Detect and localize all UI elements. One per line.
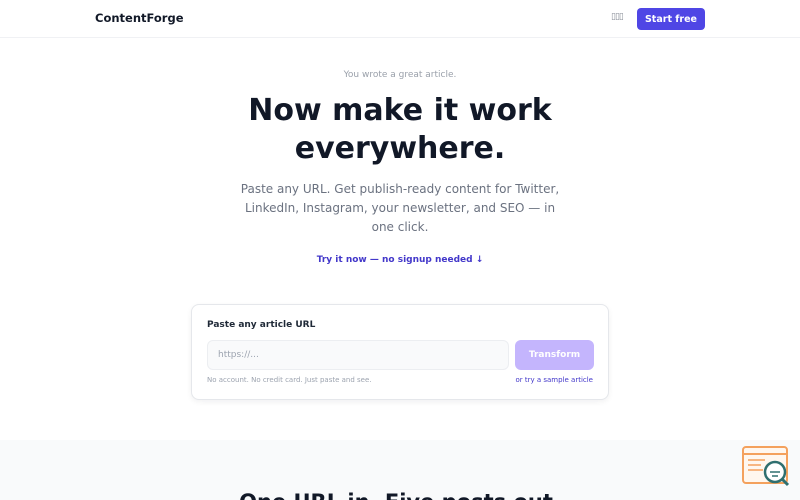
headline-line-1: Now make it work bbox=[248, 93, 552, 128]
top-nav: ContentForge ▯▯▯ Start free bbox=[0, 0, 800, 38]
url-form-card: Paste any article URL Transform No accou… bbox=[191, 304, 609, 400]
hero-headline: Now make it work everywhere. bbox=[0, 92, 800, 168]
transform-button[interactable]: Transform bbox=[515, 340, 594, 370]
language-switcher-icon[interactable]: ▯▯▯ bbox=[611, 12, 624, 22]
features-section: One URL in. Five posts out. bbox=[0, 440, 800, 500]
no-account-note: No account. No credit card. Just paste a… bbox=[207, 376, 372, 384]
try-it-now-link[interactable]: Try it now — no signup needed ↓ bbox=[0, 255, 800, 265]
hero-subhead: Paste any URL. Get publish-ready content… bbox=[240, 182, 560, 234]
url-field-label: Paste any article URL bbox=[207, 320, 316, 330]
start-free-button[interactable]: Start free bbox=[637, 8, 705, 30]
hero-eyebrow: You wrote a great article. bbox=[343, 70, 457, 80]
search-document-icon[interactable] bbox=[741, 445, 791, 489]
headline-line-2: everywhere. bbox=[294, 131, 506, 166]
brand-logo[interactable]: ContentForge bbox=[95, 11, 184, 25]
article-url-input[interactable] bbox=[207, 340, 509, 370]
sample-article-link[interactable]: or try a sample article bbox=[515, 376, 593, 384]
features-section-title: One URL in. Five posts out. bbox=[0, 490, 800, 500]
